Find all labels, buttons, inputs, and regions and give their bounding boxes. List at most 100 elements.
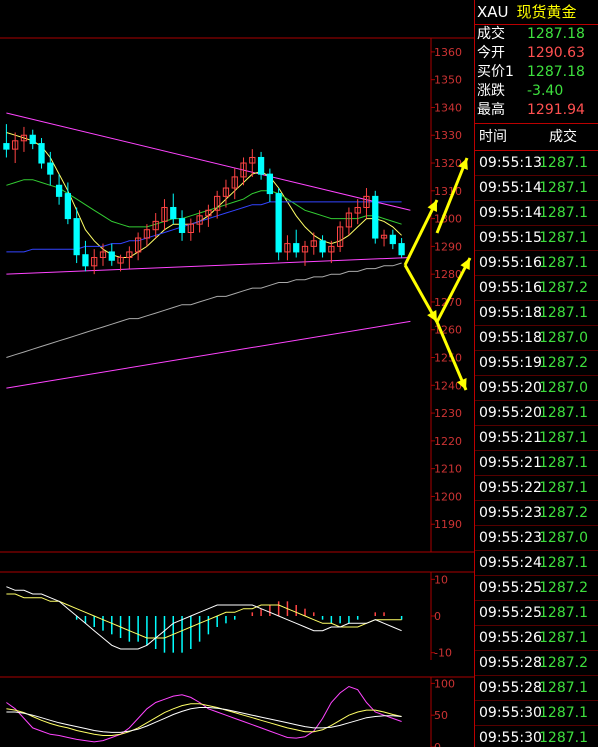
tick-time: 09:55:30 [479, 730, 542, 746]
candle-body [319, 240, 326, 253]
tick-row[interactable]: 09:55:26 1287.1 [475, 626, 598, 651]
quote-value: -3.40 [527, 83, 564, 99]
tick-row[interactable]: 09:55:18 1287.1 [475, 301, 598, 326]
tick-time: 09:55:26 [479, 630, 542, 646]
tick-time: 09:55:24 [479, 555, 542, 571]
tick-price: 1287.1 [539, 405, 588, 421]
tick-price: 1287.1 [539, 480, 588, 496]
kdj-line [6, 703, 402, 736]
tick-time: 09:55:23 [479, 505, 542, 521]
tick-price: 1287.0 [539, 380, 588, 396]
tick-row[interactable]: 09:55:21 1287.1 [475, 451, 598, 476]
y-tick-label: 1190 [434, 518, 462, 531]
tick-row[interactable]: 09:55:14 1287.1 [475, 176, 598, 201]
candle-body [257, 156, 265, 175]
y-tick-label: 1340 [434, 101, 462, 114]
quote-sidebar: XAU 现货黄金 成交 1287.18 今开 1290.63 买价1 1287.18 涨跌 -3… [474, 0, 598, 747]
tick-row[interactable]: 09:55:16 1287.1 [475, 251, 598, 276]
macd-line [6, 586, 402, 650]
tick-row[interactable]: 09:55:15 1287.1 [475, 226, 598, 251]
candle-body [3, 143, 10, 150]
candle-body [372, 195, 379, 239]
tick-row[interactable]: 09:55:28 1287.2 [475, 651, 598, 676]
tick-row[interactable]: 09:55:22 1287.1 [475, 476, 598, 501]
quote-label: 今开 [477, 45, 505, 61]
y-tick-label: 1330 [434, 129, 462, 142]
tick-time: 09:55:19 [479, 355, 542, 371]
kdj-line [6, 707, 402, 733]
tick-price: 1287.1 [539, 555, 588, 571]
tick-time: 09:55:14 [479, 205, 542, 221]
candle-body [275, 193, 282, 253]
quote-row: 最高 1291.94 [475, 101, 598, 120]
tick-time: 09:55:13 [479, 155, 542, 171]
tick-time: 09:55:16 [479, 280, 542, 296]
tick-row[interactable]: 09:55:23 1287.2 [475, 501, 598, 526]
macd-panel: 10 0 -10 [0, 571, 474, 660]
kdj-line [6, 685, 402, 743]
y-tick-label: -10 [434, 647, 452, 660]
tick-time: 09:55:15 [479, 230, 542, 246]
tick-price: 1287.1 [539, 705, 588, 721]
candle-body [293, 243, 300, 253]
y-tick-label: 1290 [434, 240, 462, 253]
tick-row[interactable]: 09:55:16 1287.2 [475, 276, 598, 301]
tick-row[interactable]: 09:55:30 1287.1 [475, 701, 598, 726]
tick-price: 1287.2 [539, 655, 588, 671]
quote-value: 1291.94 [527, 102, 585, 118]
tick-price: 1287.1 [539, 430, 588, 446]
candle-body [178, 218, 186, 233]
quote-label: 成交 [477, 26, 505, 42]
y-tick-label: 1240 [434, 379, 462, 392]
tick-time: 09:55:21 [479, 430, 542, 446]
tick-row[interactable]: 09:55:18 1287.0 [475, 326, 598, 351]
tick-row[interactable]: 09:55:25 1287.2 [475, 576, 598, 601]
tick-time: 09:55:20 [479, 380, 542, 396]
quote-row: 成交 1287.18 [475, 25, 598, 44]
quote-value: 1287.18 [527, 64, 585, 80]
tick-time: 09:55:28 [479, 680, 542, 696]
ticks-header-time: 时间 [479, 129, 507, 145]
candle-body [389, 234, 396, 245]
tick-row[interactable]: 09:55:24 1287.1 [475, 551, 598, 576]
tick-time: 09:55:25 [479, 580, 542, 596]
tick-price: 1287.1 [539, 255, 588, 271]
candle-body [38, 143, 45, 164]
y-tick-label: 0 [434, 741, 441, 747]
tick-time: 09:55:18 [479, 330, 542, 346]
ticks-list[interactable]: 09:55:13 1287.1 09:55:14 1287.1 09:55:14 1287… [475, 151, 598, 747]
y-tick-label: 1300 [434, 213, 462, 226]
tick-time: 09:55:25 [479, 605, 542, 621]
tick-price: 1287.1 [539, 205, 588, 221]
tick-row[interactable]: 09:55:20 1287.1 [475, 401, 598, 426]
y-tick-label: 1250 [434, 352, 462, 365]
quote-row: 今开 1290.63 [475, 44, 598, 63]
symbol-header: XAU 现货黄金 [475, 0, 598, 25]
quote-value: 1287.18 [527, 26, 585, 42]
tick-time: 09:55:18 [479, 305, 542, 321]
y-tick-label: 1320 [434, 157, 462, 170]
tick-price: 1287.1 [539, 455, 588, 471]
tick-price: 1287.0 [539, 530, 588, 546]
y-tick-label: 1360 [434, 46, 462, 59]
tick-price: 1287.1 [539, 305, 588, 321]
tick-row[interactable]: 09:55:28 1287.1 [475, 676, 598, 701]
trendline [6, 320, 411, 389]
tick-row[interactable]: 09:55:23 1287.0 [475, 526, 598, 551]
tick-row[interactable]: 09:55:30 1287.1 [475, 726, 598, 747]
quote-row: 买价1 1287.18 [475, 63, 598, 82]
candle-body [266, 173, 274, 195]
tick-row[interactable]: 09:55:13 1287.1 [475, 151, 598, 176]
tick-price: 1287.1 [539, 155, 588, 171]
symbol-code: XAU [477, 3, 509, 21]
candle-body [29, 134, 36, 145]
tick-time: 09:55:23 [479, 530, 542, 546]
kdj-panel: 100 50 0 [0, 676, 474, 747]
tick-row[interactable]: 09:55:14 1287.1 [475, 201, 598, 226]
y-tick-label: 100 [434, 677, 455, 690]
tick-row[interactable]: 09:55:20 1287.0 [475, 376, 598, 401]
tick-row[interactable]: 09:55:25 1287.1 [475, 601, 598, 626]
tick-row[interactable]: 09:55:19 1287.2 [475, 351, 598, 376]
quote-value: 1290.63 [527, 45, 585, 61]
tick-row[interactable]: 09:55:21 1287.1 [475, 426, 598, 451]
